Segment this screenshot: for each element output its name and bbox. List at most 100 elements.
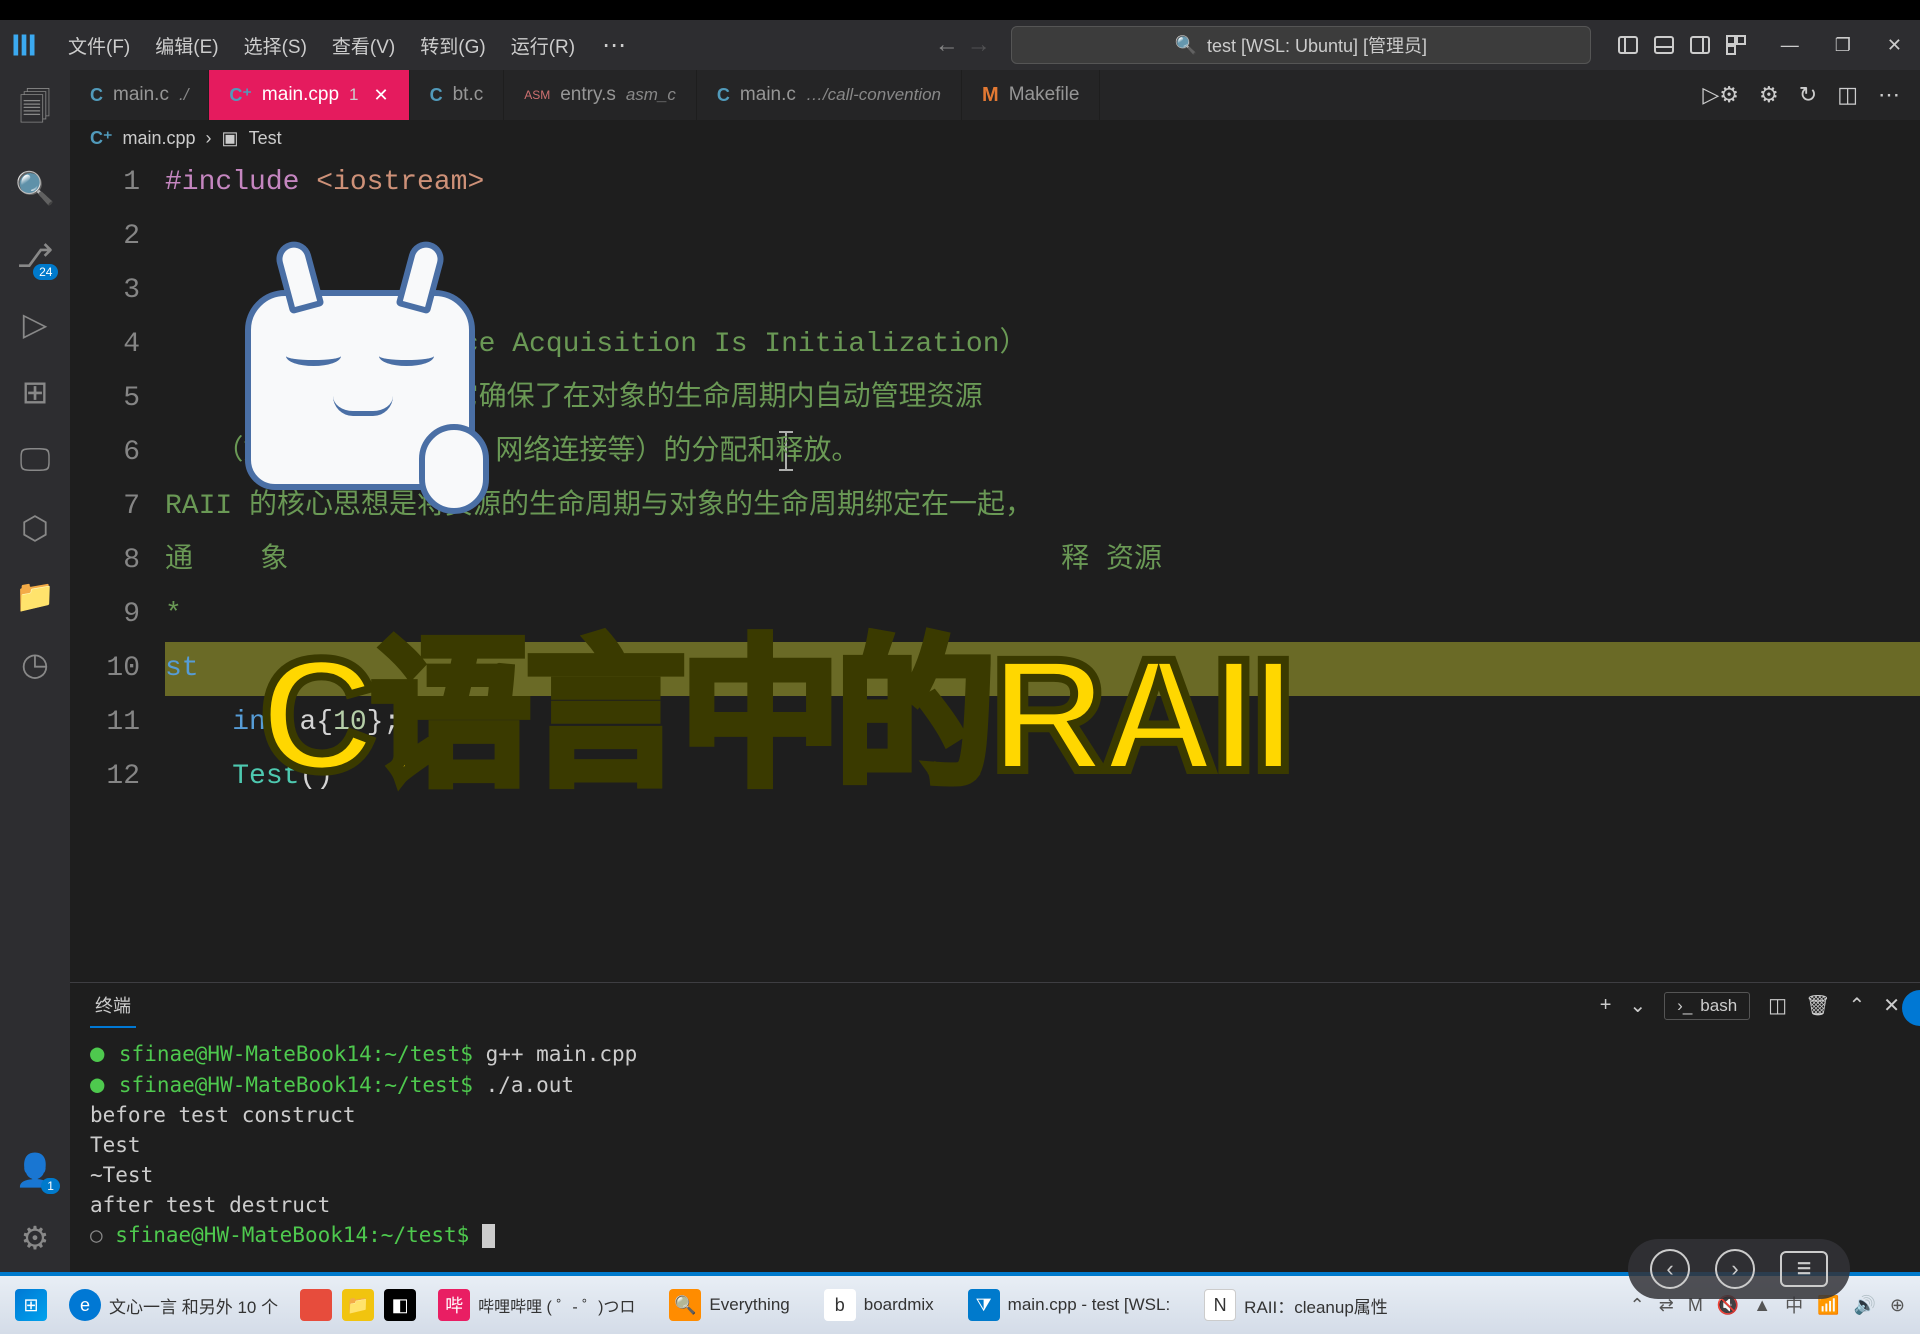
command-center[interactable]: 🔍 test [WSL: Ubuntu] [管理员] [1011,26,1591,64]
settings-gear-icon[interactable]: ⚙ [21,1219,50,1257]
boardmix-label: boardmix [864,1295,934,1315]
breadcrumb-separator: › [206,128,212,149]
menu-run[interactable]: 运行(R) [501,26,585,65]
terminal-dropdown-icon[interactable]: ⌄ [1629,993,1646,1018]
bilibili-icon: 哔 [438,1289,470,1321]
vscode-logo-icon [10,31,38,59]
kill-terminal-icon[interactable]: 🗑 [1805,993,1830,1018]
close-button[interactable]: ✕ [1879,35,1910,56]
layout-sidebar-right-icon[interactable] [1688,33,1712,57]
boardmix-icon: b [824,1289,856,1321]
menu-select[interactable]: 选择(S) [234,26,317,65]
edge-icon: e [69,1289,101,1321]
minimize-button[interactable]: — [1773,35,1807,56]
prev-button[interactable]: ‹ [1650,1249,1690,1289]
search-icon: 🔍 [1175,35,1197,56]
tab-path: …/call-convention [806,85,941,105]
tab-more-icon[interactable]: ⋯ [1878,82,1900,108]
video-controls-overlay: ‹ › ☰ [1628,1239,1850,1299]
struct-icon: ▣ [222,128,239,149]
start-button[interactable]: ⊞ [15,1289,47,1321]
nav-forward-icon[interactable]: → [967,31,991,59]
tab-main-c[interactable]: C main.c ./ [70,70,209,120]
menu-file[interactable]: 文件(F) [58,26,140,65]
scm-badge: 24 [33,264,58,280]
shell-selector[interactable]: ›_ bash [1664,992,1750,1020]
taskbar-boardmix[interactable]: b boardmix [812,1283,946,1327]
bilibili-label: 哔哩哔哩 ( ゜- ゜)つロ [478,1293,635,1317]
debug-icon[interactable]: ▷ [23,305,48,343]
taskbar-everything[interactable]: 🔍 Everything [657,1283,801,1327]
tab-bt-c[interactable]: C bt.c [410,70,505,120]
next-button[interactable]: › [1715,1249,1755,1289]
tab-path: ./ [179,85,188,105]
breadcrumb[interactable]: C⁺ main.cpp › ▣ Test [70,120,1920,156]
explorer-icon[interactable]: 🗐 [19,85,51,139]
layout-panel-icon[interactable] [1652,33,1676,57]
menu-goto[interactable]: 转到(G) [410,26,495,65]
terminal-panel: 终端 + ⌄ ›_ bash ◫ 🗑 ⌃ ✕ ● sfinae@HW [70,982,1920,1272]
folder-icon[interactable]: 📁 [15,577,55,615]
tab-label: bt.c [453,84,484,106]
taskbar-app-2[interactable]: ◧ [384,1289,416,1321]
asm-file-icon: ASM [524,88,550,102]
taskbar-vscode[interactable]: ⧩ main.cpp - test [WSL: [956,1283,1183,1327]
terminal-output[interactable]: ● sfinae@HW-MateBook14:~/test$ g++ main.… [70,1028,1920,1272]
tab-close-icon[interactable]: ✕ [374,85,389,106]
c-file-icon: C [430,85,443,106]
video-title-overlay: C语言中的RAII [260,585,1291,817]
breadcrumb-file: main.cpp [123,128,196,149]
source-control-icon[interactable]: ⎇24 [17,237,54,275]
tab-history-icon[interactable]: ↻ [1799,82,1817,108]
extensions-icon[interactable]: ⊞ [22,373,49,411]
menu-view[interactable]: 查看(V) [322,26,405,65]
search-activity-icon[interactable]: 🔍 [15,169,55,207]
taskbar-edge[interactable]: e 文心一言 和另外 10 个 [57,1283,290,1327]
cpp-file-icon: C⁺ [90,128,113,149]
tray-chevron-icon[interactable]: ⌃ [1630,1295,1645,1316]
tab-label: main.cpp [262,84,339,106]
cpp-file-icon: C⁺ [229,85,252,106]
layout-sidebar-left-icon[interactable] [1616,33,1640,57]
breadcrumb-symbol: Test [249,128,282,149]
close-panel-icon[interactable]: ✕ [1883,993,1900,1018]
maximize-panel-icon[interactable]: ⌃ [1848,993,1865,1018]
taskbar-notion[interactable]: N RAII：cleanup属性 [1192,1283,1400,1327]
remote-icon[interactable]: 🖵 [20,441,51,479]
taskbar-app-1[interactable] [300,1289,332,1321]
account-badge: 1 [41,1178,60,1194]
notion-label: RAII：cleanup属性 [1244,1293,1388,1318]
title-bar: 文件(F) 编辑(E) 选择(S) 查看(V) 转到(G) 运行(R) ⋯ ← … [0,20,1920,70]
split-terminal-icon[interactable]: ◫ [1768,993,1787,1018]
tab-makefile[interactable]: M Makefile [962,70,1100,120]
taskbar-bilibili[interactable]: 哔 哔哩哔哩 ( ゜- ゜)つロ [426,1283,647,1327]
tab-main-c-2[interactable]: C main.c …/call-convention [697,70,962,120]
terminal-tab[interactable]: 终端 [90,984,136,1028]
tab-modified-count: 1 [349,85,358,105]
tab-settings-icon[interactable]: ⚙ [1759,82,1779,108]
tray-icon-4[interactable]: ⊕ [1890,1295,1905,1316]
c-file-icon: C [90,85,103,106]
search-text: test [WSL: Ubuntu] [管理员] [1207,32,1427,58]
editor-tabs: C main.c ./ C⁺ main.cpp 1 ✕ C bt.c ASM e… [70,70,1920,120]
nav-back-icon[interactable]: ← [935,31,959,59]
line-gutter: 123456789101112 [70,156,165,982]
vscode-icon: ⧩ [968,1289,1000,1321]
split-editor-icon[interactable]: ◫ [1837,82,1858,108]
tab-label: Makefile [1009,84,1080,106]
vscode-label: main.cpp - test [WSL: [1008,1295,1171,1315]
account-icon[interactable]: 👤1 [15,1151,55,1189]
run-code-icon[interactable]: ▷⚙ [1702,82,1739,108]
testing-icon[interactable]: ⬡ [21,509,49,547]
timeline-icon[interactable]: ◷ [21,645,49,683]
subtitle-button[interactable]: ☰ [1780,1251,1828,1287]
taskbar-files[interactable]: 📁 [342,1289,374,1321]
maximize-button[interactable]: ❐ [1827,35,1859,56]
new-terminal-icon[interactable]: + [1600,994,1612,1017]
layout-customize-icon[interactable] [1724,33,1748,57]
tab-entry-s[interactable]: ASM entry.s asm_c [504,70,697,120]
tab-main-cpp[interactable]: C⁺ main.cpp 1 ✕ [209,70,409,120]
tray-sound-icon[interactable]: 🔊 [1853,1295,1875,1316]
menu-more[interactable]: ⋯ [590,25,638,66]
menu-edit[interactable]: 编辑(E) [145,26,228,65]
